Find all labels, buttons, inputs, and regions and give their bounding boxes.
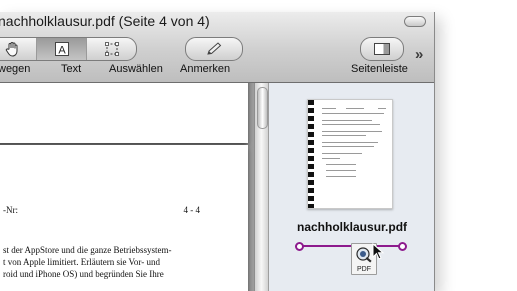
- previous-page: [0, 83, 248, 143]
- page-nr-label: -Nr:: [3, 205, 18, 215]
- page-text-line: roid und iPhone OS) und begründen Sie Ih…: [3, 269, 164, 279]
- page-thumbnail[interactable]: [307, 99, 393, 209]
- tool-select-label: Auswählen: [109, 63, 163, 75]
- hand-icon: [5, 42, 17, 57]
- document-view[interactable]: -Nr: 4 - 4 st der AppStore und die ganze…: [0, 83, 254, 291]
- svg-text:A: A: [58, 45, 66, 57]
- scrollbar-thumb[interactable]: [257, 87, 268, 129]
- annotate-button[interactable]: [185, 37, 243, 61]
- tool-mode-segmented-control[interactable]: A: [0, 37, 137, 61]
- toolbar-overflow-button[interactable]: »: [415, 46, 424, 63]
- current-page: -Nr: 4 - 4 st der AppStore und die ganze…: [0, 145, 248, 291]
- selection-handle-right[interactable]: [398, 242, 407, 251]
- page-text-line: t von Apple limitiert. Erläutern sie Vor…: [3, 257, 160, 267]
- marquee-select-icon: [104, 42, 119, 56]
- toolbar-toggle-button[interactable]: [404, 16, 426, 27]
- window-title: nachholklausur.pdf (Seite 4 von 4): [0, 13, 210, 29]
- selection-handle-left[interactable]: [295, 242, 304, 251]
- tool-text-label: Text: [61, 63, 82, 75]
- tool-move-label: wegen: [0, 63, 31, 75]
- tool-text-button[interactable]: A: [37, 38, 87, 60]
- thumbnail-sidebar: nachholklausur.pdf PDF: [269, 83, 434, 291]
- title-toolbar: nachholklausur.pdf (Seite 4 von 4) A weg…: [0, 12, 434, 83]
- sidebar-icon: [374, 43, 390, 55]
- annotate-label: Anmerken: [180, 63, 231, 75]
- page-text-line: st der AppStore und die ganze Betriebssy…: [3, 245, 172, 255]
- spiral-binding: [308, 100, 314, 208]
- preview-window: nachholklausur.pdf (Seite 4 von 4) A weg…: [0, 12, 435, 291]
- pencil-icon: [207, 42, 222, 55]
- document-scrollbar[interactable]: [254, 83, 269, 291]
- pdf-icon-label: PDF: [357, 266, 371, 273]
- text-select-icon: A: [54, 42, 69, 57]
- mouse-cursor-icon: [372, 243, 385, 260]
- sidebar-label: Seitenleiste: [351, 63, 408, 75]
- tool-move-button[interactable]: [0, 38, 37, 60]
- thumbnail-filename: nachholklausur.pdf: [297, 220, 408, 234]
- page-reference: 4 - 4: [183, 205, 201, 215]
- tool-select-button[interactable]: [87, 38, 136, 60]
- sidebar-toggle-button[interactable]: [360, 37, 404, 61]
